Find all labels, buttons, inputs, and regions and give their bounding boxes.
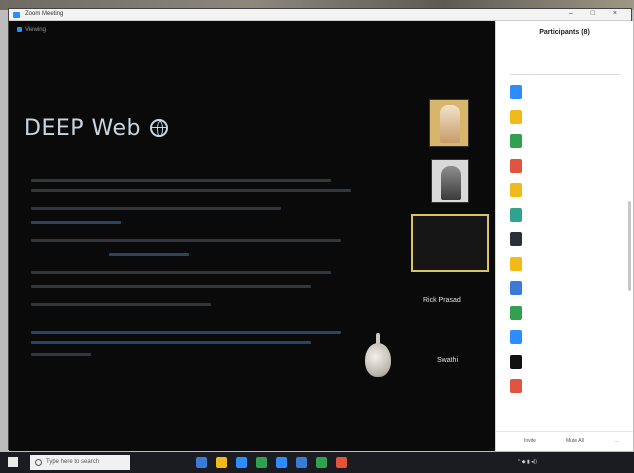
- slide-text-line: [31, 189, 351, 192]
- participant-row[interactable]: [496, 179, 634, 204]
- participant-row[interactable]: [496, 351, 634, 376]
- share-icon: [17, 27, 22, 32]
- slide-text-line: [31, 353, 91, 356]
- participant-row[interactable]: [496, 106, 634, 131]
- participant-avatar: [510, 183, 522, 197]
- slide-text-line: [31, 271, 331, 274]
- participant-row[interactable]: [496, 326, 634, 351]
- slide-link-line: [109, 253, 189, 256]
- window-titlebar: Zoom Meeting – □ ×: [9, 9, 631, 21]
- zoom-meeting-window: Zoom Meeting – □ × Viewing DEEP Web Rick…: [8, 8, 633, 451]
- invite-button[interactable]: Invite: [524, 438, 536, 444]
- participant-avatar: [510, 379, 522, 393]
- screen: Zoom Meeting – □ × Viewing DEEP Web Rick…: [0, 0, 634, 473]
- more-options-button[interactable]: …: [614, 438, 619, 444]
- file-explorer-icon[interactable]: [216, 457, 227, 468]
- taskbar-search-input[interactable]: Type here to search: [30, 455, 130, 470]
- participants-panel: Participants (8) Invite Mute All …: [495, 21, 633, 451]
- participant-row[interactable]: [496, 253, 634, 278]
- slide-link-line: [31, 331, 341, 334]
- participant-row[interactable]: [496, 81, 634, 106]
- participant-avatar: [510, 109, 522, 124]
- participant-avatar: [510, 158, 522, 173]
- slide-text-line: [31, 239, 341, 242]
- chrome-icon[interactable]: [256, 457, 267, 468]
- participant-avatar: [510, 207, 522, 222]
- start-button-icon[interactable]: [8, 457, 18, 467]
- participant-video-tile[interactable]: [429, 99, 469, 147]
- window-controls[interactable]: – □ ×: [569, 10, 625, 17]
- participant-avatar: [510, 281, 522, 295]
- participant-video-tile[interactable]: [431, 159, 469, 203]
- active-speaker-tile[interactable]: [411, 214, 489, 272]
- participant-avatar: [510, 305, 522, 320]
- slide-link-line: [31, 341, 311, 344]
- windows-taskbar: Type here to search ^ ◆ ▮ ◂)): [0, 452, 634, 473]
- participant-avatar: [510, 134, 522, 148]
- participant-row[interactable]: [496, 155, 634, 180]
- participant-row[interactable]: [496, 130, 634, 155]
- participant-photo: [440, 105, 460, 143]
- edge-icon[interactable]: [236, 457, 247, 468]
- task-view-icon[interactable]: [196, 457, 207, 468]
- panel-footer: Invite Mute All …: [496, 431, 633, 451]
- window-title: Zoom Meeting: [25, 11, 64, 17]
- tor-onion-icon: [365, 333, 391, 377]
- participant-avatar: [510, 85, 522, 99]
- tile-name-swathi: Swathi: [437, 357, 459, 364]
- slide-text-line: [31, 179, 331, 182]
- zoom-app-icon: [13, 12, 20, 18]
- mute-all-button[interactable]: Mute All: [566, 438, 584, 444]
- powerpoint-icon[interactable]: [336, 457, 347, 468]
- participant-row[interactable]: [496, 375, 634, 400]
- globe-icon: [150, 119, 169, 137]
- participant-avatar: [510, 232, 522, 246]
- participant-photo: [441, 166, 461, 200]
- word-icon[interactable]: [296, 457, 307, 468]
- participant-avatar: [510, 330, 522, 344]
- participant-row[interactable]: [496, 228, 634, 253]
- slide-text-line: [31, 303, 211, 306]
- share-viewing-label: Viewing: [17, 27, 46, 33]
- participant-row[interactable]: [496, 204, 634, 229]
- participant-row[interactable]: [496, 277, 634, 302]
- slide-title: DEEP Web: [24, 116, 169, 141]
- participants-panel-title: Participants (8): [539, 29, 590, 36]
- share-label-text: Viewing: [25, 27, 46, 34]
- zoom-icon[interactable]: [276, 457, 287, 468]
- slide-link-line: [31, 221, 121, 224]
- slide-title-text: DEEP Web: [24, 116, 141, 141]
- slide-text-line: [31, 285, 311, 288]
- system-tray[interactable]: ^ ◆ ▮ ◂)): [518, 459, 537, 465]
- participant-row[interactable]: [496, 302, 634, 327]
- participant-avatar: [510, 354, 522, 369]
- slide-text-line: [31, 207, 281, 210]
- participants-list: [496, 81, 634, 400]
- excel-icon[interactable]: [316, 457, 327, 468]
- tile-name-rick: Rick Prasad: [423, 297, 461, 304]
- participant-avatar: [510, 256, 522, 271]
- participants-search-input[interactable]: [510, 65, 620, 75]
- panel-scrollbar[interactable]: [628, 201, 631, 291]
